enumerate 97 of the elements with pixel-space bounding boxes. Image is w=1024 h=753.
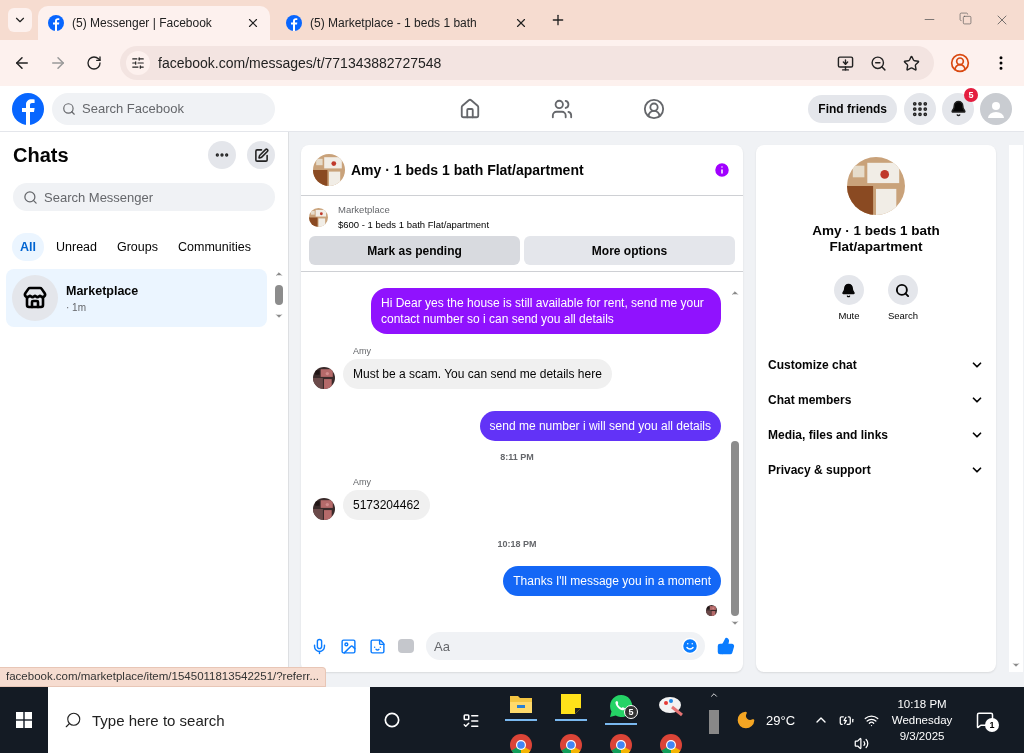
- search-icon: [64, 711, 82, 729]
- search-field[interactable]: Search Facebook: [52, 92, 275, 125]
- received-message: 5173204462: [343, 490, 430, 520]
- compose-icon: [253, 147, 269, 163]
- filter-tab[interactable]: Unread: [48, 233, 105, 261]
- task-view-icon[interactable]: [462, 712, 480, 730]
- sent-message: Hi Dear yes the house is still available for rent, send me your contact number so i can send you all details: [371, 288, 721, 334]
- grid-icon: [911, 99, 929, 118]
- notifications-button[interactable]: 1: [971, 706, 1000, 734]
- close-icon[interactable]: [246, 16, 260, 30]
- timestamp: 10:18 PM: [497, 539, 537, 549]
- browser-icon: [659, 733, 683, 753]
- clock[interactable]: 10:18 PM Wednesday 9/3/2025: [889, 698, 956, 742]
- sticky-note-icon: [560, 693, 582, 715]
- favicon-icon: [286, 15, 302, 31]
- action-button[interactable]: Mark as pending: [309, 236, 520, 265]
- search-field[interactable]: Search Messenger: [13, 183, 275, 211]
- info-icon[interactable]: [713, 161, 731, 179]
- sidebar-title: Chats: [13, 143, 70, 167]
- contact-name: Amy · 1 beds 1 bath Flat/apartment: [811, 223, 941, 255]
- status-url: facebook.com/marketplace/item/1545011813542251/?referr...: [0, 667, 327, 687]
- details-section[interactable]: Customize chat: [756, 347, 996, 382]
- sender-name: Amy: [352, 477, 372, 487]
- scrollbar[interactable]: [273, 269, 285, 321]
- notification-badge: 1: [985, 718, 1000, 732]
- emoji-icon[interactable]: [681, 637, 699, 655]
- zoom-icon[interactable]: [870, 54, 887, 72]
- friends-icon[interactable]: [550, 97, 573, 120]
- bell-icon: [949, 100, 967, 117]
- conversation-item[interactable]: Marketplace · 1m: [6, 269, 267, 327]
- browser-icon: [509, 733, 533, 753]
- browser-tab[interactable]: (5) Messenger | Facebook: [38, 6, 270, 40]
- message-field[interactable]: Aa: [426, 632, 705, 660]
- details-section[interactable]: Privacy & support: [756, 452, 996, 487]
- logo-icon[interactable]: [12, 92, 44, 125]
- back-icon: [13, 54, 31, 72]
- windows-icon: [16, 712, 32, 728]
- home-icon[interactable]: [458, 97, 481, 120]
- more-button[interactable]: [208, 141, 236, 169]
- groups-icon[interactable]: [642, 97, 665, 120]
- like-icon[interactable]: [717, 637, 735, 655]
- volume-icon[interactable]: [854, 736, 869, 751]
- close-icon[interactable]: [514, 16, 528, 30]
- install-icon[interactable]: [837, 54, 854, 72]
- bookmark-icon[interactable]: [903, 54, 920, 72]
- filter-tab[interactable]: Communities: [170, 233, 259, 261]
- search-icon: [23, 189, 38, 205]
- action-button[interactable]: More options: [524, 236, 735, 265]
- taskbar-app[interactable]: 5: [596, 693, 646, 727]
- store-icon: [23, 286, 47, 310]
- filter-tab[interactable]: All: [12, 233, 44, 261]
- scroll-down-icon[interactable]: [274, 311, 284, 321]
- scroll-up-icon[interactable]: [709, 690, 719, 700]
- microphone-icon[interactable]: [311, 637, 328, 655]
- listing-summary: $600 - 1 beds 1 bath Flat/apartment: [338, 219, 490, 230]
- details-section[interactable]: Chat members: [756, 382, 996, 417]
- plus-icon: [550, 12, 566, 28]
- find-friends-button[interactable]: Find friends: [808, 94, 897, 123]
- sticker-icon[interactable]: [369, 637, 386, 655]
- image-icon[interactable]: [340, 637, 357, 655]
- browser-icon: [609, 733, 633, 753]
- reload-icon: [86, 55, 102, 71]
- moon-icon: [736, 710, 756, 730]
- timestamp: 8:11 PM: [500, 452, 534, 462]
- cortana-icon[interactable]: [384, 712, 400, 728]
- address-bar[interactable]: facebook.com/messages/t/771343882727548: [120, 46, 934, 80]
- chat-title: Amy · 1 beds 1 bath Flat/apartment: [351, 162, 585, 178]
- taskbar-search[interactable]: Type here to search: [48, 687, 370, 753]
- favicon-icon: [48, 15, 64, 31]
- folder-icon: [509, 693, 533, 715]
- received-message: Must be a scam. You can send me details here: [343, 359, 612, 389]
- profile-icon[interactable]: [950, 53, 970, 73]
- search-icon: [62, 101, 76, 116]
- browser-icon: [559, 733, 583, 753]
- listing-source: Marketplace: [338, 204, 391, 215]
- new-message-button[interactable]: [247, 141, 275, 169]
- search-icon: [895, 282, 911, 298]
- weather-text[interactable]: 29°C: [766, 712, 796, 728]
- browser-tab[interactable]: (5) Marketplace - 1 beds 1 bath: [276, 6, 538, 40]
- notification-badge: 5: [964, 87, 978, 102]
- filter-tab[interactable]: Groups: [109, 233, 166, 261]
- sender-name: Amy: [352, 346, 372, 356]
- app-badge: 5: [624, 705, 638, 719]
- scrollbar[interactable]: [729, 288, 741, 628]
- sent-message: send me number i will send you all details: [479, 411, 721, 441]
- site-info-icon[interactable]: [126, 51, 150, 75]
- sent-message: Thanks I'll message you in a moment: [503, 566, 721, 596]
- forward-icon: [49, 54, 67, 72]
- wifi-icon[interactable]: [864, 712, 880, 728]
- details-section[interactable]: Media, files and links: [756, 417, 996, 452]
- scroll-down-icon[interactable]: [1011, 660, 1021, 670]
- scroll-down-icon[interactable]: [730, 618, 740, 628]
- sliders-icon: [131, 56, 145, 70]
- menu-button[interactable]: [904, 92, 936, 125]
- tab-list-button[interactable]: [8, 8, 32, 32]
- scrollbar[interactable]: [1009, 145, 1023, 672]
- bell-icon: [841, 282, 857, 298]
